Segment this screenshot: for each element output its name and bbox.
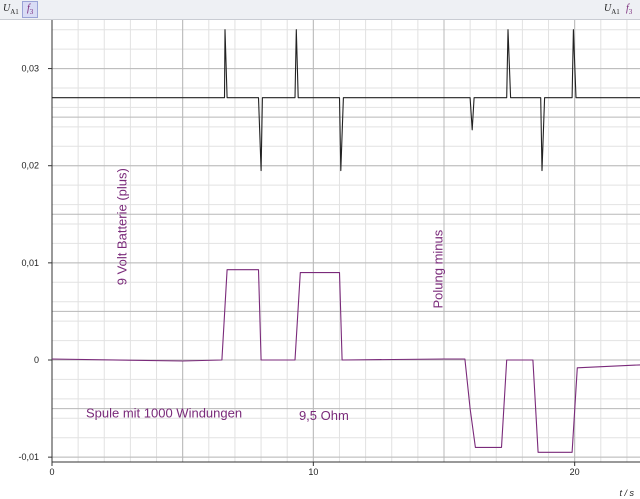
channel-u-a1-label-right: UA1 bbox=[604, 3, 620, 16]
function-f3-label-right: f3 bbox=[626, 3, 633, 16]
plot-area bbox=[52, 20, 640, 462]
y-tick-label: 0,01 bbox=[21, 258, 39, 268]
measurement-chart: -0,01 0 0,01 0,02 0,03 0 10 20 9 Volt Batterie … bbox=[18, 20, 640, 498]
x-tick-label: 10 bbox=[308, 467, 318, 477]
y-tick-label: 0 bbox=[34, 355, 39, 365]
x-axis-label: t / s bbox=[619, 488, 634, 498]
annotation-text: 9 Volt Batterie (plus) bbox=[114, 168, 129, 285]
annotation-text: Spule mit 1000 Windungen bbox=[86, 405, 242, 420]
y-tick-label: 0,03 bbox=[21, 64, 39, 74]
x-tick-label: 0 bbox=[49, 467, 54, 477]
annotation-text: Polung minus bbox=[431, 229, 446, 308]
y-tick-label: -0,01 bbox=[18, 452, 39, 462]
channel-toolbar: UA1 f3 UA1 f3 bbox=[0, 0, 640, 20]
annotation-text: 9,5 Ohm bbox=[299, 408, 349, 423]
channel-u-a1-button[interactable]: UA1 bbox=[3, 3, 19, 16]
y-tick-label: 0,02 bbox=[21, 161, 39, 171]
x-tick-label: 20 bbox=[570, 467, 580, 477]
function-f3-button[interactable]: f3 bbox=[22, 1, 39, 18]
